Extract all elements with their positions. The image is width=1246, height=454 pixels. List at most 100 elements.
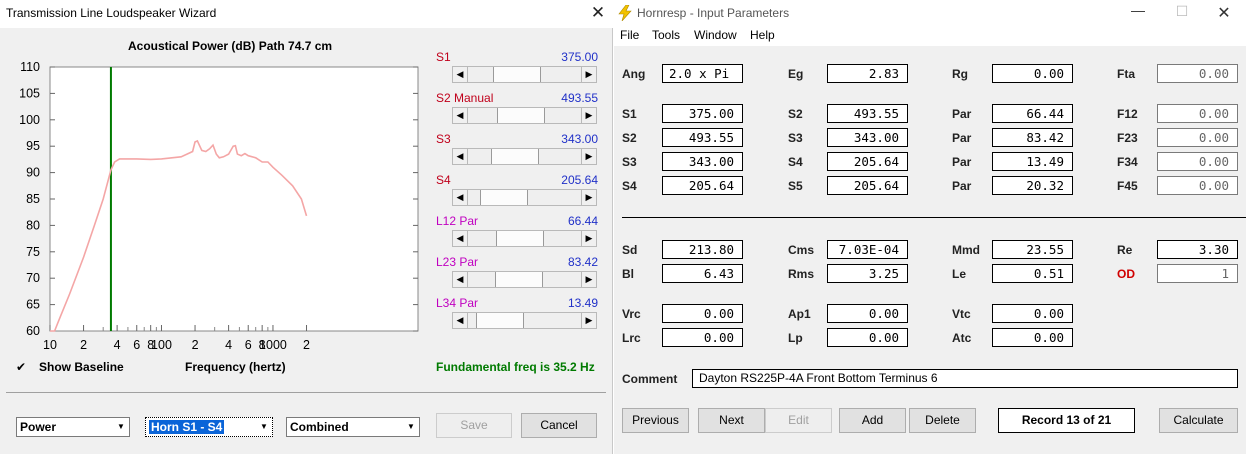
atc-field[interactable]: 0.00 <box>992 328 1073 347</box>
output-type-select[interactable]: Power ▼ <box>16 417 130 437</box>
close-icon[interactable]: ✕ <box>1210 3 1238 23</box>
scroll-right-icon[interactable]: ▶ <box>581 190 596 205</box>
s2-field[interactable]: 493.55 <box>827 104 908 123</box>
par2-field[interactable]: 83.42 <box>992 128 1073 147</box>
rms-field[interactable]: 3.25 <box>827 264 908 283</box>
f45-field[interactable]: 0.00 <box>1157 176 1238 195</box>
scroll-right-icon[interactable]: ▶ <box>581 313 596 328</box>
menu-help[interactable]: Help <box>750 28 775 42</box>
re-field[interactable]: 3.30 <box>1157 240 1238 259</box>
ang-field[interactable]: 2.0 x Pi <box>662 64 743 83</box>
rg-label: Rg <box>952 67 968 81</box>
minimize-icon[interactable]: — <box>1124 2 1152 18</box>
bl-field[interactable]: 6.43 <box>662 264 743 283</box>
s2-left-field[interactable]: 493.55 <box>662 128 743 147</box>
scroll-left-icon[interactable]: ◀ <box>453 313 468 328</box>
s5-field[interactable]: 205.64 <box>827 176 908 195</box>
scroll-right-icon[interactable]: ▶ <box>581 149 596 164</box>
scroll-left-icon[interactable]: ◀ <box>453 272 468 287</box>
slider-label-l12: L12 Par <box>436 214 479 228</box>
show-baseline-checkbox[interactable]: ✔ <box>16 361 28 373</box>
combination-select[interactable]: Combined ▼ <box>286 417 420 437</box>
cms-field[interactable]: 7.03E-04 <box>827 240 908 259</box>
lrc-field[interactable]: 0.00 <box>662 328 743 347</box>
slider-thumb[interactable] <box>491 149 539 164</box>
s3-field[interactable]: 343.00 <box>827 128 908 147</box>
vtc-label: Vtc <box>952 307 971 321</box>
par1-field[interactable]: 66.44 <box>992 104 1073 123</box>
scroll-right-icon[interactable]: ▶ <box>581 272 596 287</box>
add-button[interactable]: Add <box>839 408 906 433</box>
chevron-down-icon: ▼ <box>117 422 125 431</box>
s1-field[interactable]: 375.00 <box>662 104 743 123</box>
delete-button[interactable]: Delete <box>909 408 976 433</box>
slider-thumb[interactable] <box>497 108 545 123</box>
comment-field[interactable]: Dayton RS225P-4A Front Bottom Terminus 6 <box>692 369 1238 388</box>
f12-label: F12 <box>1117 107 1138 121</box>
slider-thumb[interactable] <box>496 231 544 246</box>
f34-field[interactable]: 0.00 <box>1157 152 1238 171</box>
menu-window[interactable]: Window <box>694 28 737 42</box>
title-bar: Hornresp - Input Parameters — ☐ ✕ <box>614 0 1246 28</box>
slider-thumb[interactable] <box>495 272 543 287</box>
scroll-left-icon[interactable]: ◀ <box>453 108 468 123</box>
scroll-left-icon[interactable]: ◀ <box>453 67 468 82</box>
slider-thumb[interactable] <box>476 313 524 328</box>
s3-left-field[interactable]: 343.00 <box>662 152 743 171</box>
calculate-button[interactable]: Calculate <box>1159 408 1238 433</box>
next-button[interactable]: Next <box>698 408 765 433</box>
x-tick-label: 10 <box>43 338 57 352</box>
window-title: Hornresp - Input Parameters <box>637 6 790 20</box>
par4-field[interactable]: 20.32 <box>992 176 1073 195</box>
slider-s2[interactable]: ◀ ▶ <box>452 107 597 124</box>
par-label: Par <box>952 179 972 193</box>
slider-label-s3: S3 <box>436 132 451 146</box>
slider-s3[interactable]: ◀ ▶ <box>452 148 597 165</box>
scroll-right-icon[interactable]: ▶ <box>581 67 596 82</box>
eg-field[interactable]: 2.83 <box>827 64 908 83</box>
sd-field[interactable]: 213.80 <box>662 240 743 259</box>
x-tick-label: 100 <box>151 338 172 352</box>
slider-thumb[interactable] <box>480 190 528 205</box>
scroll-right-icon[interactable]: ▶ <box>581 108 596 123</box>
maximize-icon[interactable]: ☐ <box>1168 3 1196 20</box>
slider-l23[interactable]: ◀ ▶ <box>452 271 597 288</box>
f12-field[interactable]: 0.00 <box>1157 104 1238 123</box>
save-button[interactable]: Save <box>436 413 512 438</box>
vrc-label: Vrc <box>622 307 641 321</box>
od-field[interactable]: 1 <box>1157 264 1238 283</box>
lp-field[interactable]: 0.00 <box>827 328 908 347</box>
slider-value-s2: 493.55 <box>561 91 598 105</box>
edit-button[interactable]: Edit <box>765 408 832 433</box>
scroll-left-icon[interactable]: ◀ <box>453 149 468 164</box>
x-tick-label: 4 <box>114 338 121 352</box>
scroll-left-icon[interactable]: ◀ <box>453 231 468 246</box>
slider-thumb[interactable] <box>493 67 541 82</box>
divider <box>622 217 1246 218</box>
rg-field[interactable]: 0.00 <box>992 64 1073 83</box>
vtc-field[interactable]: 0.00 <box>992 304 1073 323</box>
s4-left-field[interactable]: 205.64 <box>662 176 743 195</box>
f23-field[interactable]: 0.00 <box>1157 128 1238 147</box>
menu-file[interactable]: File <box>620 28 639 42</box>
mmd-field[interactable]: 23.55 <box>992 240 1073 259</box>
previous-button[interactable]: Previous <box>622 408 689 433</box>
re-label: Re <box>1117 243 1133 257</box>
horn-segment-select[interactable]: Horn S1 - S4 ▼ <box>145 417 273 437</box>
slider-s4[interactable]: ◀ ▶ <box>452 189 597 206</box>
cancel-button[interactable]: Cancel <box>521 413 597 438</box>
menu-tools[interactable]: Tools <box>652 28 680 42</box>
slider-l34[interactable]: ◀ ▶ <box>452 312 597 329</box>
slider-l12[interactable]: ◀ ▶ <box>452 230 597 247</box>
scroll-right-icon[interactable]: ▶ <box>581 231 596 246</box>
par3-field[interactable]: 13.49 <box>992 152 1073 171</box>
slider-s1[interactable]: ◀ ▶ <box>452 66 597 83</box>
s4-field[interactable]: 205.64 <box>827 152 908 171</box>
scroll-left-icon[interactable]: ◀ <box>453 190 468 205</box>
ap1-field[interactable]: 0.00 <box>827 304 908 323</box>
vrc-field[interactable]: 0.00 <box>662 304 743 323</box>
le-field[interactable]: 0.51 <box>992 264 1073 283</box>
close-icon[interactable]: ✕ <box>584 2 612 24</box>
fta-field[interactable]: 0.00 <box>1157 64 1238 83</box>
show-baseline-label[interactable]: Show Baseline <box>39 360 124 374</box>
